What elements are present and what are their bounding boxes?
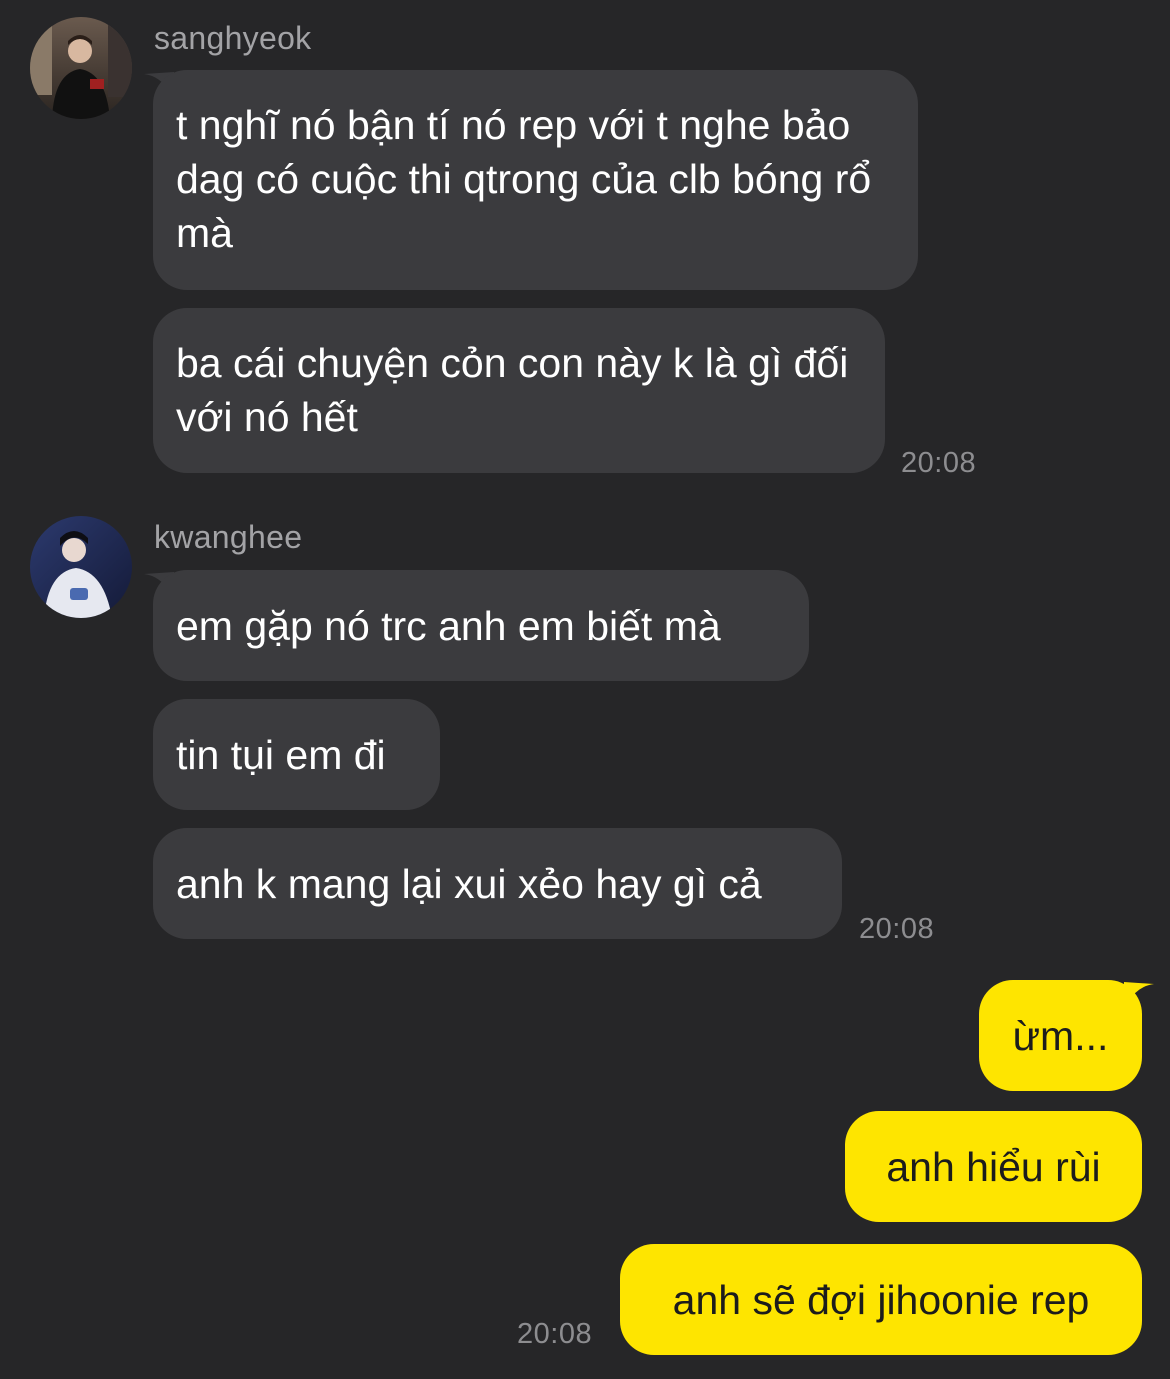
message-bubble[interactable]: em gặp nó trc anh em biết mà	[153, 570, 809, 681]
my-message-bubble[interactable]: anh sẽ đợi jihoonie rep	[620, 1244, 1142, 1355]
my-message-bubble[interactable]: ừm...	[979, 980, 1142, 1091]
person-photo-avatar-icon	[30, 17, 132, 119]
message-bubble[interactable]: tin tụi em đi	[153, 699, 440, 810]
timestamp: 20:08	[517, 1318, 593, 1350]
message-bubble[interactable]: anh k mang lại xui xẻo hay gì cả	[153, 828, 842, 939]
avatar-sanghyeok[interactable]	[30, 17, 132, 119]
avatar-kwanghee[interactable]	[30, 516, 132, 618]
person-photo-avatar-icon	[30, 516, 132, 618]
timestamp: 20:08	[901, 447, 977, 479]
sender-name: kwanghee	[154, 519, 303, 555]
message-bubble[interactable]: ba cái chuyện cỏn con này k là gì đối vớ…	[153, 308, 885, 473]
my-message-bubble[interactable]: anh hiểu rùi	[845, 1111, 1142, 1222]
message-bubble[interactable]: t nghĩ nó bận tí nó rep với t nghe bảo d…	[153, 70, 918, 290]
timestamp: 20:08	[859, 913, 935, 945]
sender-name: sanghyeok	[154, 20, 312, 56]
